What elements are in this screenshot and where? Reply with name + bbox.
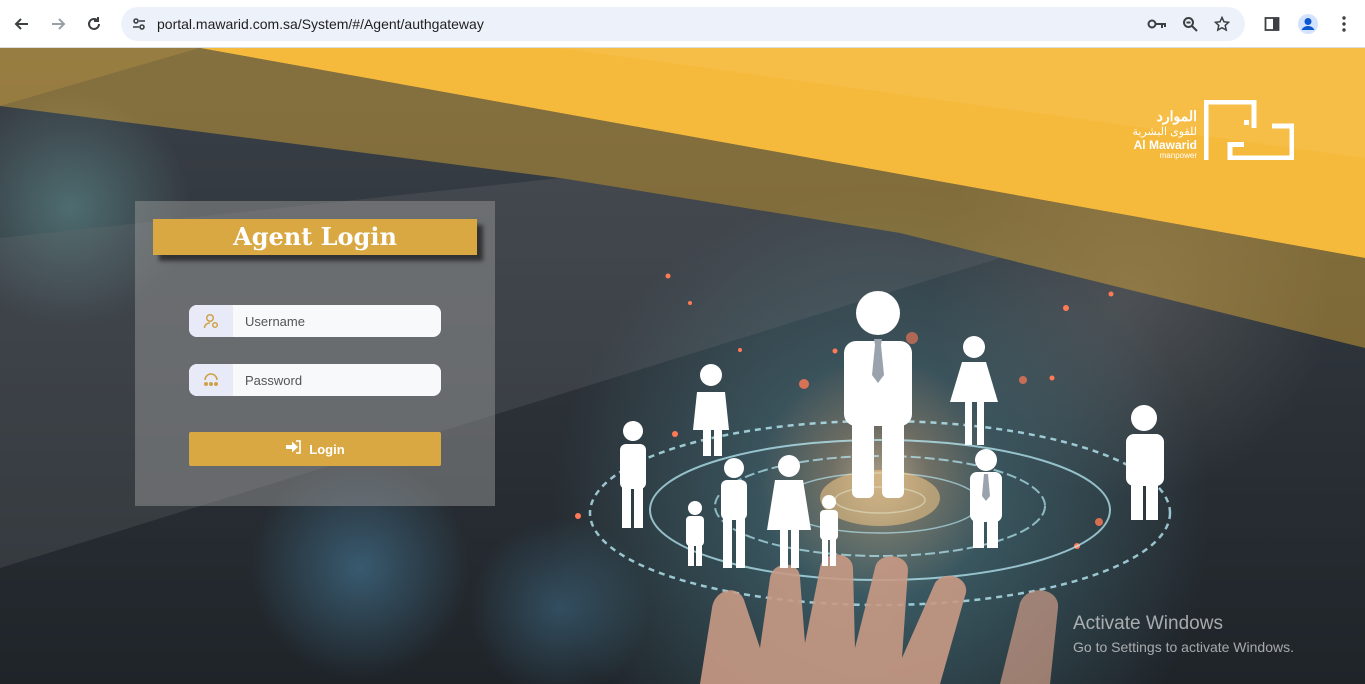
- login-button-label: Login: [309, 441, 345, 457]
- forward-button[interactable]: [43, 9, 73, 39]
- logo-arabic-tagline: للقوى البشرية: [1132, 126, 1197, 138]
- username-field[interactable]: [189, 305, 441, 337]
- url-text[interactable]: portal.mawarid.com.sa/System/#/Agent/aut…: [157, 15, 484, 33]
- back-button[interactable]: [7, 9, 37, 39]
- login-button[interactable]: Login: [189, 432, 441, 466]
- password-manager-button[interactable]: [1147, 14, 1167, 34]
- key-icon: [1147, 19, 1166, 29]
- watermark-line-2: Go to Settings to activate Windows.: [1073, 639, 1294, 655]
- address-bar[interactable]: portal.mawarid.com.sa/System/#/Agent/aut…: [121, 7, 1245, 41]
- zoom-icon: [1183, 17, 1198, 32]
- password-input[interactable]: [233, 364, 441, 396]
- kebab-menu-icon: [1342, 16, 1346, 32]
- tune-icon: [133, 18, 145, 30]
- browser-toolbar: portal.mawarid.com.sa/System/#/Agent/aut…: [0, 0, 1365, 48]
- star-icon: [1214, 16, 1230, 32]
- login-title: Agent Login: [153, 219, 477, 255]
- company-logo: الموارد للقوى البشرية Al Mawarid manpowe…: [1124, 98, 1299, 162]
- password-icon: [189, 364, 233, 396]
- arrow-left-icon: [14, 18, 28, 30]
- user-icon: [189, 305, 233, 337]
- side-panel-icon: [1264, 17, 1280, 31]
- reload-button[interactable]: [79, 9, 109, 39]
- logo-mark-icon: [1204, 100, 1294, 160]
- login-page: الموارد للقوى البشرية Al Mawarid manpowe…: [0, 48, 1365, 684]
- bookmark-button[interactable]: [1212, 14, 1232, 34]
- logo-english-name: Al Mawarid: [1133, 138, 1197, 152]
- side-panel-button[interactable]: [1259, 11, 1285, 37]
- profile-button[interactable]: [1295, 11, 1321, 37]
- browser-menu-button[interactable]: [1331, 11, 1357, 37]
- watermark-line-1: Activate Windows: [1073, 613, 1223, 634]
- logo-english-tagline: manpower: [1159, 151, 1197, 160]
- login-panel: Agent Login Login: [135, 201, 495, 506]
- zoom-button[interactable]: [1180, 14, 1200, 34]
- username-input[interactable]: [233, 305, 441, 337]
- password-field[interactable]: [189, 364, 441, 396]
- sign-in-icon: [285, 440, 302, 458]
- activate-windows-watermark: Activate Windows Go to Settings to activ…: [1073, 613, 1294, 657]
- reload-icon: [88, 17, 100, 30]
- arrow-right-icon: [52, 18, 66, 30]
- logo-arabic-name: الموارد: [1156, 108, 1197, 124]
- profile-icon: [1298, 14, 1318, 34]
- site-info-button[interactable]: [131, 16, 147, 32]
